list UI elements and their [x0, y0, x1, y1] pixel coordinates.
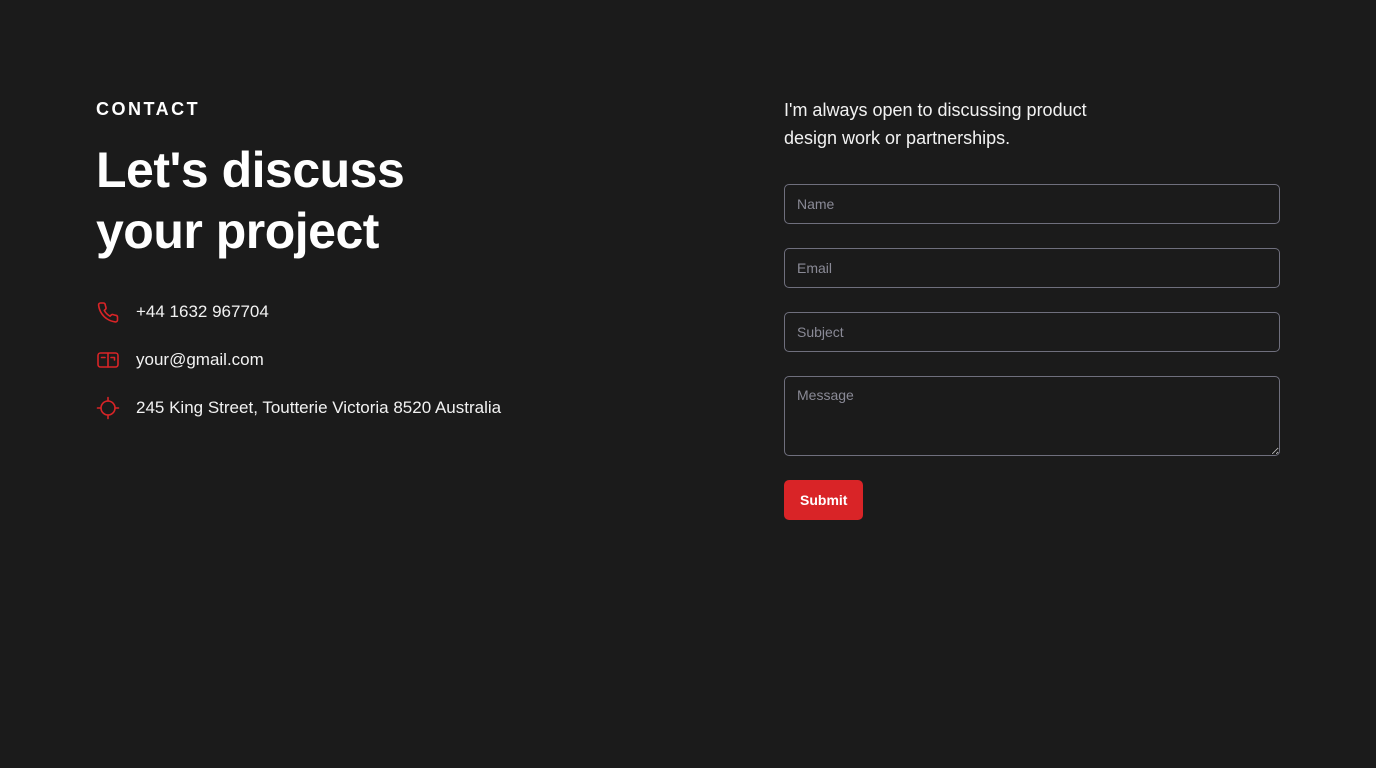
contact-info: CONTACT Let's discuss your project +44 1… — [96, 98, 656, 432]
phone-icon — [96, 300, 120, 324]
contact-form-section: I'm always open to discussing product de… — [784, 96, 1280, 520]
section-eyebrow: CONTACT — [96, 99, 201, 119]
name-input[interactable] — [784, 184, 1280, 224]
contact-email: your@gmail.com — [96, 336, 656, 384]
phone-number[interactable]: +44 1632 967704 — [136, 300, 269, 324]
subject-input[interactable] — [784, 312, 1280, 352]
street-address: 245 King Street, Toutterie Victoria 8520… — [136, 398, 502, 417]
email-address[interactable]: your@gmail.com — [136, 348, 264, 372]
mail-icon — [96, 348, 120, 372]
form-intro: I'm always open to discussing product de… — [784, 100, 1087, 148]
contact-form: Submit — [784, 184, 1280, 520]
location-icon — [96, 396, 120, 420]
contact-phone: +44 1632 967704 — [96, 288, 656, 336]
email-input[interactable] — [784, 248, 1280, 288]
message-textarea[interactable] — [784, 376, 1280, 456]
contact-page: CONTACT Let's discuss your project +44 1… — [0, 0, 1376, 768]
contact-address: 245 King Street, Toutterie Victoria 8520… — [96, 384, 656, 432]
page-title: Let's discuss your project — [96, 142, 405, 259]
contact-details-list: +44 1632 967704 your@gmail.com 245 King … — [96, 288, 656, 432]
submit-button[interactable]: Submit — [784, 480, 864, 520]
